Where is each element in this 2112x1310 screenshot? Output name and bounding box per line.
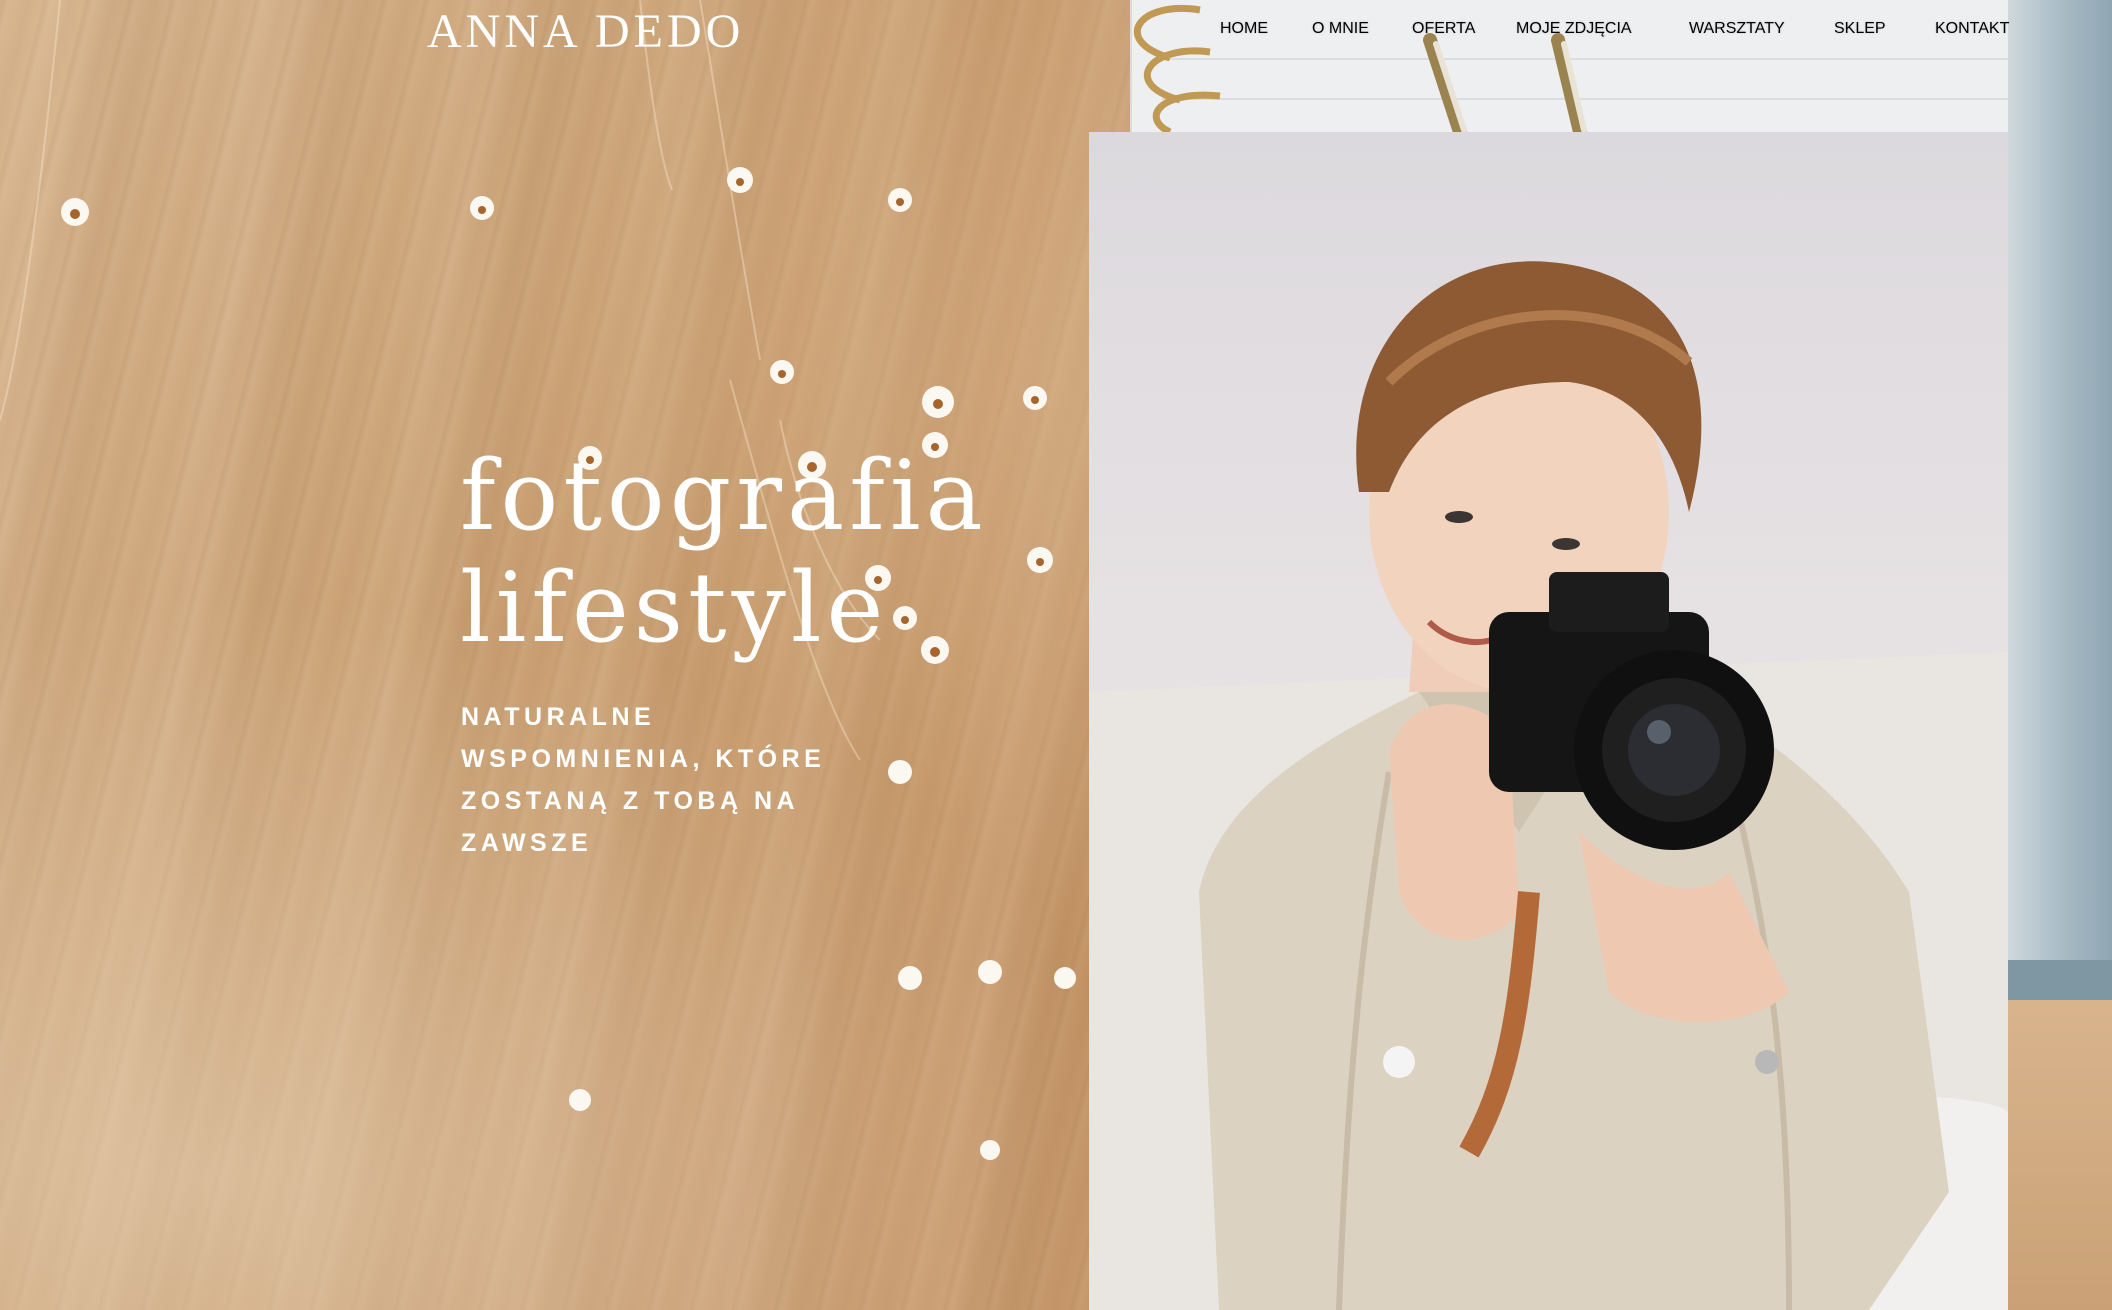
nav-home[interactable]: HOME	[1220, 20, 1268, 38]
site-logo[interactable]: ANNA DEDO	[427, 2, 744, 62]
page: ANNA DEDO HOME O MNIE OFERTA MOJE ZDJĘCI…	[0, 0, 2112, 1310]
hero-title-line-2: lifestyle	[460, 552, 889, 664]
hero-title: fotografia lifestyle	[460, 440, 988, 664]
nav-oferta[interactable]: OFERTA	[1412, 20, 1475, 38]
nav-sklep[interactable]: SKLEP	[1834, 20, 1886, 38]
nav-o-mnie[interactable]: O MNIE	[1312, 20, 1369, 38]
nav-kontakt[interactable]: KONTAKT	[1935, 20, 2009, 38]
nav-warsztaty[interactable]: WARSZTATY	[1689, 20, 1785, 38]
hero-subtitle-line-1: NATURALNE	[461, 703, 656, 731]
hero-subtitle: NATURALNE WSPOMNIENIA, KTÓRE ZOSTANĄ Z T…	[461, 696, 881, 864]
hero-subtitle-line-3: ZOSTANĄ Z TOBĄ NA	[461, 787, 800, 815]
hero-subtitle-line-4: ZAWSZE	[461, 829, 593, 857]
photographer-portrait-photo	[1089, 132, 2008, 1310]
portrait-illustration	[1089, 261, 2008, 1310]
hero-subtitle-line-2: WSPOMNIENIA, KTÓRE	[461, 745, 826, 773]
hero-title-line-1: fotografia	[460, 440, 988, 552]
table-corner	[2008, 1000, 2112, 1310]
nav-moje-zdjecia[interactable]: MOJE ZDJĘCIA	[1516, 20, 1632, 38]
notebook-cover-bottom	[2008, 960, 2112, 1000]
notebook-cover-edge	[2008, 0, 2112, 960]
